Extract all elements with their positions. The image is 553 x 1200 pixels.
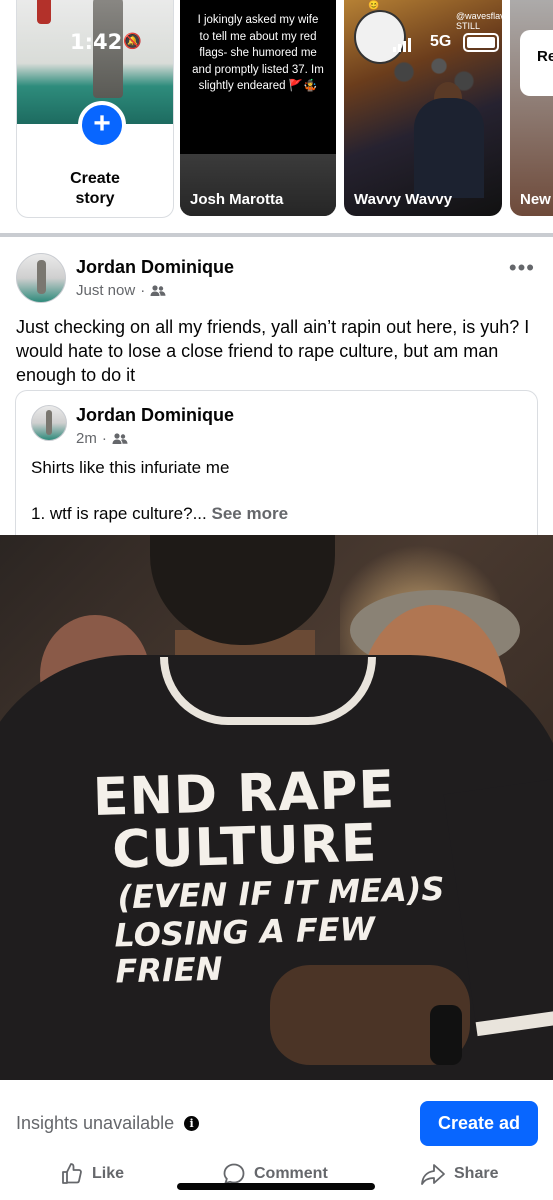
shared-text-line1: Shirts like this infuriate me [31,458,230,477]
see-more-link[interactable]: See more [211,504,288,523]
info-icon[interactable]: i [184,1116,200,1131]
story-author-name: Josh Marotta [190,191,284,208]
share-label: Share [454,1165,499,1182]
like-label: Like [92,1165,125,1182]
story-box-text: Rea [537,48,553,65]
story-author-name: Wavvy Wavvy [354,191,453,208]
post-author-name[interactable]: Jordan Dominique [76,257,234,278]
avatar[interactable] [31,405,67,441]
shirt-text: END RAPE CULTURE (EVEN IF IT MEA)S LOSIN… [92,760,478,990]
avatar[interactable] [16,253,66,303]
story-author-name: New [520,191,551,208]
share-button[interactable]: Share [420,1162,498,1186]
create-story-label-line2: story [75,190,115,207]
shared-text-line2: 1. wtf is rape culture?... See more [31,504,288,524]
friends-icon [150,284,166,296]
fire-extinguisher [37,0,51,24]
story-text: I jokingly asked my wife to tell me abou… [192,14,324,92]
like-button[interactable]: Like [60,1162,124,1186]
comment-label: Comment [254,1165,328,1182]
more-options-icon[interactable]: ••• [509,255,535,281]
create-ad-button[interactable]: Create ad [420,1101,538,1146]
friends-icon [112,432,128,444]
person-suit [414,98,484,198]
dot-separator: · [140,282,146,299]
story-text-box: Rea [520,30,553,96]
post-time[interactable]: Just now [76,282,135,299]
shared-meta: 2m · [76,430,128,447]
insights-row: Insights unavailable i [16,1113,200,1134]
insights-label: Insights unavailable [16,1113,175,1133]
thumbs-up-icon [62,1163,82,1184]
story-card-wavvy-wavvy[interactable]: BEFORE I SELL OUT AGAIN 😊 @wavesflavz ST… [344,0,502,216]
home-indicator[interactable] [177,1183,375,1190]
shared-text-line2-content: 1. wtf is rape culture?... [31,504,207,523]
share-icon [421,1164,445,1185]
create-story-card[interactable]: + Create story [16,0,174,218]
create-story-label-line1: Create [70,170,120,187]
plus-icon[interactable]: + [78,101,126,149]
story-card-new[interactable]: Rea New [510,0,553,216]
shared-author-name[interactable]: Jordan Dominique [76,405,234,426]
post-meta: Just now · [76,282,166,299]
story-overlay-text: BEFORE I SELL OUT AGAIN 😊 [368,0,380,10]
post-photo[interactable]: END RAPE CULTURE (EVEN IF IT MEA)S LOSIN… [0,535,553,1080]
shirt-line2: CULTURE [111,813,379,881]
feed-divider [0,233,553,237]
shared-post[interactable]: Jordan Dominique 2m · Shirts like this i… [15,390,538,551]
story-card-josh-marotta[interactable]: I jokingly asked my wife to tell me abou… [180,0,336,216]
man-beard [150,535,335,645]
story-tag: @wavesflavz STILL [456,11,502,31]
create-story-label: Create story [17,169,173,209]
post-text: Just checking on all my friends, yall ai… [16,317,530,385]
wristwatch [430,1005,462,1065]
dot-separator: · [101,430,107,447]
shared-time[interactable]: 2m [76,430,97,447]
shirt-collar [160,657,376,725]
profile-person [93,0,123,98]
stories-tray: + Create story I jokingly asked my wife … [0,0,553,232]
